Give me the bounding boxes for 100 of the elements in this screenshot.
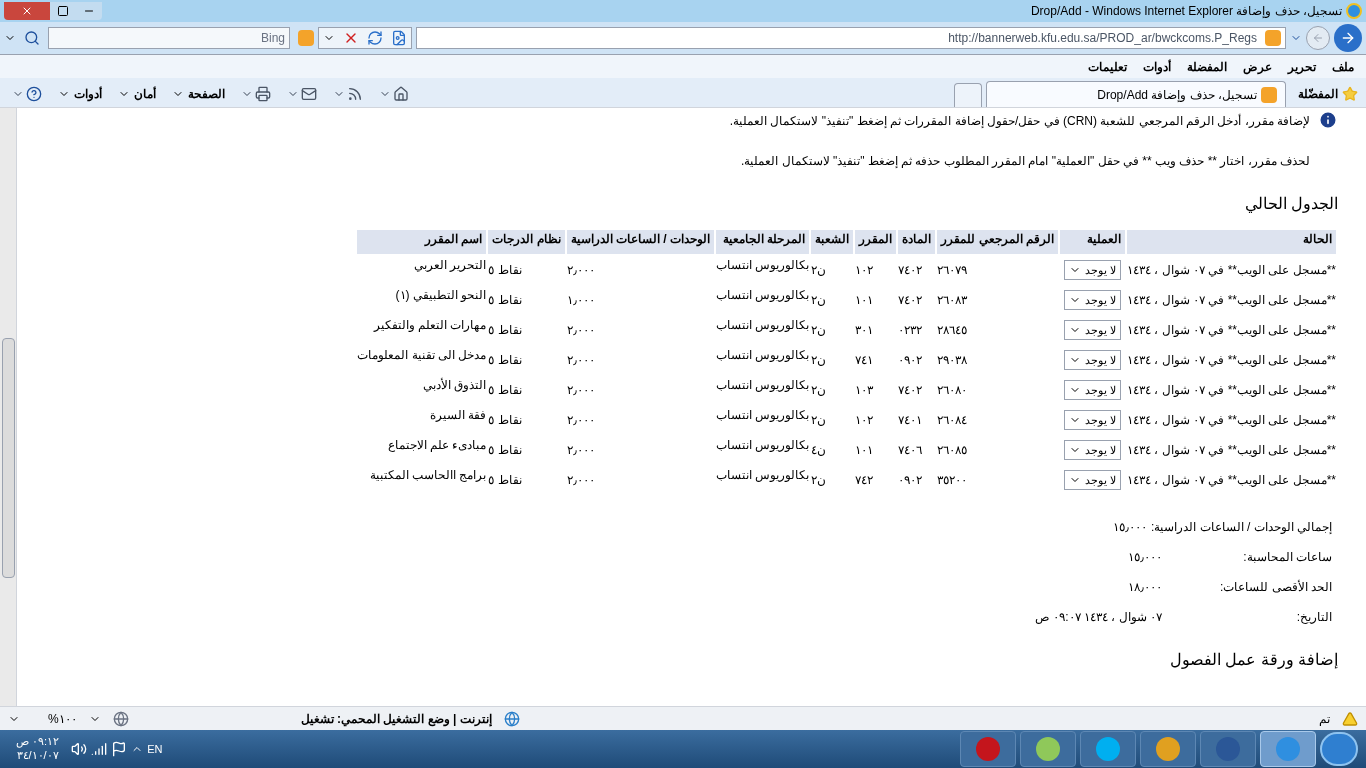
table-cell-text: ٢٫٠٠٠ [566,472,596,489]
table-cell-text: مبادىء علم الاجتماع [386,437,487,454]
start-button[interactable] [1320,732,1358,766]
taskbar-app-button[interactable] [1260,731,1316,767]
home-icon[interactable] [393,86,409,102]
action-select[interactable]: لا يوجد [1063,440,1121,460]
star-icon[interactable] [1342,86,1358,102]
menu-item[interactable]: عرض [1243,57,1272,76]
table-cell-text: ٠٢٣٢ [898,322,924,339]
restore-button[interactable] [50,2,76,20]
table-cell-text: **مسجل على الويب** في ٠٧ شوال ، ١٤٣٤ [1126,442,1336,459]
table-cell-text: مدخل الى تقنية المعلومات [357,347,487,364]
table-cell-text: بكالوريوس انتساب [715,377,810,394]
table-cell-text: بكالوريوس انتساب [715,347,810,364]
back-button[interactable] [1334,24,1362,52]
globe-icon [503,710,520,727]
forward-button[interactable] [1306,26,1330,50]
action-select[interactable]: لا يوجد [1063,470,1121,490]
table-cell-text: ن٢ [811,292,828,309]
menu-item[interactable]: تحرير [1288,57,1316,76]
search-icon[interactable] [24,30,40,46]
table-cell-text: ن٢ [811,382,828,399]
table-cell-text: نقاط ٥ [488,472,523,489]
menu-item[interactable]: تعليمات [1088,57,1127,76]
total-label: التاريخ: [1295,609,1332,626]
minimize-button[interactable] [76,2,102,20]
section-heading: إضافة ورقة عمل الفصول [1168,650,1338,671]
total-value: ٠٧ شوال ، ١٤٣٤ ٠٩:٠٧ ص [1034,609,1162,626]
info-icon [1318,110,1338,130]
command-menu[interactable]: أدوات [54,85,106,103]
taskbar-app-button[interactable] [960,731,1016,767]
zoom-button[interactable]: ١٠٠% [48,709,77,728]
clock-time: ٠٩:١٢ ص [16,735,60,749]
square-icon [57,5,69,17]
table-cell-text: ن٤ [811,442,828,459]
address-field[interactable]: http://bannerweb.kfu.edu.sa/PROD_ar/bwckcoms.P_Regs [416,27,1286,49]
table-cell-text: ١٫٠٠٠ [566,292,596,309]
table-cell-text: نقاط ٥ [488,322,523,339]
table-cell-text: **مسجل على الويب** في ٠٧ شوال ، ١٤٣٤ [1126,412,1336,429]
printer-icon[interactable] [255,86,271,102]
table-cell-text: ٢٦٠٨٠ [937,382,969,399]
warning-icon [1342,710,1358,727]
action-select[interactable]: لا يوجد [1063,290,1121,310]
command-menu[interactable]: الصفحة [168,85,229,103]
taskbar-app-button[interactable] [1200,731,1256,767]
taskbar-app-button[interactable] [1080,731,1136,767]
speaker-icon[interactable] [71,741,88,757]
signal-icon[interactable] [91,741,108,757]
command-menu[interactable]: أمان [114,85,160,103]
column-header: الرقم المرجعي للمقرر [937,230,1058,254]
taskbar-app-button[interactable] [1020,731,1076,767]
action-select[interactable]: لا يوجد [1063,380,1121,400]
flag-icon[interactable] [111,741,128,757]
new-tab-button[interactable] [954,83,982,107]
action-select[interactable]: لا يوجد [1063,320,1121,340]
table-cell-text: نقاط ٥ [488,292,523,309]
total-label: الحد الأقصى للساعات: [1219,578,1332,596]
action-select[interactable]: لا يوجد [1063,410,1121,430]
table-cell-text: ١٠١ [855,442,875,459]
action-select[interactable]: لا يوجد [1063,350,1121,370]
table-cell-text: نقاط ٥ [488,442,523,459]
table-cell-text: ٧٤٠١ [898,412,924,429]
total-label: إجمالي الوحدات / الساعات الدراسية: [1150,519,1332,536]
search-field[interactable]: Bing [48,27,290,49]
table-cell-text: ٣٠١ [855,322,875,339]
language-indicator[interactable]: EN [147,740,163,758]
favorites-button[interactable]: المفضّلة [1298,85,1338,103]
table-cell-text: **مسجل على الويب** في ٠٧ شوال ، ١٤٣٤ [1126,472,1336,489]
table-cell-text: ٢٫٠٠٠ [566,442,596,459]
scrollbar[interactable] [0,108,17,706]
envelope-icon[interactable] [301,86,317,102]
rss-icon[interactable] [347,86,363,102]
menu-item[interactable]: ملف [1332,57,1354,76]
table-cell-text: نقاط ٥ [488,382,523,399]
table-cell-text: ٣٥٢٠٠ [937,472,969,489]
taskbar-app-button[interactable] [1140,731,1196,767]
browser-tab[interactable]: تسجيل، حذف وإضافة Drop/Add [986,81,1286,107]
table-cell-text: ن٢ [811,472,828,489]
table-cell-text: نقاط ٥ [488,262,523,279]
protected-mode-icon[interactable] [112,710,129,727]
table-cell-text: ن٢ [811,352,828,369]
close-icon [21,5,33,17]
action-select[interactable]: لا يوجد [1063,260,1121,280]
column-header: اسم المقرر [357,230,487,254]
table-cell-text: ٧٤٠٢ [898,292,924,309]
menu-item[interactable]: أدوات [1143,57,1171,76]
table-cell-text: ٢٫٠٠٠ [566,352,596,369]
help-icon[interactable] [26,86,42,102]
table-cell-text: ٧٤١ [855,352,875,369]
column-header: المقرر [855,230,897,254]
table-cell-text: ٠٩٠٢ [898,352,924,369]
menu-item[interactable]: المفضلة [1187,57,1227,76]
refresh-icon[interactable] [367,30,383,46]
table-cell-text: ٢٦٠٧٩ [937,262,969,279]
table-cell-text: ن٢ [811,412,828,429]
table-cell-text: بكالوريوس انتساب [715,407,810,424]
table-cell-text: بكالوريوس انتساب [715,287,810,304]
table-cell-text: **مسجل على الويب** في ٠٧ شوال ، ١٤٣٤ [1126,382,1336,399]
column-header: الوحدات / الساعات الدراسية [566,230,714,254]
info-text: لحذف مقرر، اختار ** حذف ويب ** في حقل "العملية" امام المقرر المطلوب حذفه ثم إضغط "تنفيذ" لاستكمال العملية. [739,153,1310,170]
